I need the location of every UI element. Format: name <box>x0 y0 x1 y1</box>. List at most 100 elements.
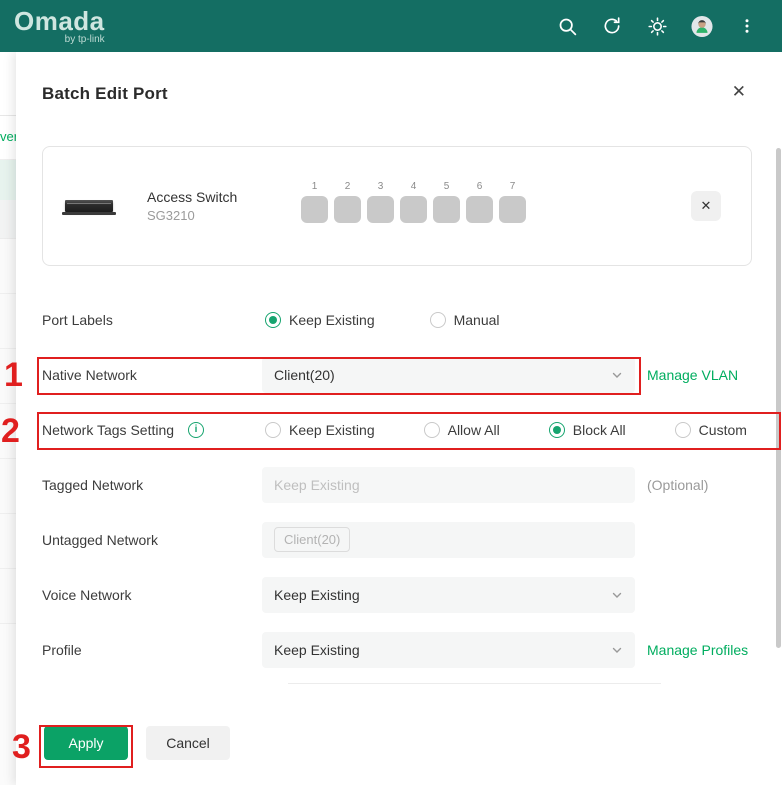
brand-subtext: by tp-link <box>65 35 105 45</box>
annotation-number-2: 2 <box>1 414 20 448</box>
background-row <box>0 514 16 569</box>
close-icon[interactable]: ✕ <box>726 80 752 104</box>
device-card: Access Switch SG3210 1 2 3 4 5 <box>42 146 752 266</box>
radio-icon <box>265 312 281 328</box>
annotation-number-1: 1 <box>4 358 23 392</box>
port-labels-row: Port Labels Keep Existing Manual <box>42 292 756 347</box>
profile-row: Profile Keep Existing Manage Profiles <box>42 622 756 677</box>
network-tags-label-text: Network Tags Setting <box>42 422 174 438</box>
device-model: SG3210 <box>147 208 237 223</box>
port-5[interactable]: 5 <box>433 181 460 223</box>
annotation-number-3: 3 <box>12 730 31 764</box>
modal-title: Batch Edit Port <box>42 84 168 104</box>
device-names: Access Switch SG3210 <box>147 189 237 223</box>
background-row <box>0 200 16 239</box>
port-number: 1 <box>312 181 318 192</box>
background-row <box>0 459 16 514</box>
radio-label: Block All <box>573 422 626 438</box>
native-network-select[interactable]: Client(20) <box>262 357 635 393</box>
divider <box>288 683 661 684</box>
chevron-down-icon <box>611 589 623 601</box>
radio-icon <box>675 422 691 438</box>
avatar[interactable] <box>691 15 713 37</box>
tagged-network-row: Tagged Network (Optional) <box>42 457 756 512</box>
port-6[interactable]: 6 <box>466 181 493 223</box>
profile-select[interactable]: Keep Existing <box>262 632 635 668</box>
radio-label: Keep Existing <box>289 422 375 438</box>
profile-label: Profile <box>42 642 262 658</box>
radio-keep-existing[interactable]: Keep Existing <box>265 422 375 438</box>
port-4[interactable]: 4 <box>400 181 427 223</box>
apply-button[interactable]: Apply <box>44 726 128 760</box>
background-row <box>0 294 16 349</box>
tagged-network-label: Tagged Network <box>42 477 262 493</box>
background-row <box>0 52 16 116</box>
omada-logo[interactable]: Omada by tp-link <box>14 8 105 45</box>
radio-icon <box>265 422 281 438</box>
search-icon[interactable] <box>556 15 578 37</box>
port-7[interactable]: 7 <box>499 181 526 223</box>
close-icon: ✕ <box>701 198 712 214</box>
batch-edit-form: Port Labels Keep Existing Manual Native … <box>42 292 756 677</box>
device-info: Access Switch SG3210 <box>65 189 301 223</box>
radio-manual[interactable]: Manual <box>430 312 500 328</box>
batch-edit-port-modal: Batch Edit Port ✕ Access Switch SG3210 1… <box>16 52 782 785</box>
port-square[interactable] <box>367 196 394 223</box>
radio-icon <box>430 312 446 328</box>
voice-network-select[interactable]: Keep Existing <box>262 577 635 613</box>
scrollbar-thumb[interactable] <box>776 148 781 648</box>
manage-vlan-link[interactable]: Manage VLAN <box>647 367 738 383</box>
port-square[interactable] <box>334 196 361 223</box>
refresh-icon[interactable] <box>601 15 623 37</box>
radio-keep-existing[interactable]: Keep Existing <box>265 312 375 328</box>
network-chip: Client(20) <box>274 527 350 552</box>
modal-header: Batch Edit Port ✕ <box>42 52 756 110</box>
manage-profiles-link[interactable]: Manage Profiles <box>647 642 748 658</box>
kebab-menu-icon[interactable] <box>736 15 758 37</box>
port-number: 3 <box>378 181 384 192</box>
topbar-icon-group <box>556 15 758 37</box>
radio-icon <box>549 422 565 438</box>
chevron-down-icon <box>611 369 623 381</box>
native-network-value: Client(20) <box>274 367 335 383</box>
remove-device-button[interactable]: ✕ <box>691 191 721 221</box>
cancel-button[interactable]: Cancel <box>146 726 230 760</box>
voice-network-row: Voice Network Keep Existing <box>42 567 756 622</box>
tagged-network-input[interactable] <box>262 467 635 503</box>
native-network-row: Native Network Client(20) Manage VLAN <box>42 347 756 402</box>
optional-hint: (Optional) <box>647 477 708 493</box>
info-icon[interactable]: i <box>188 422 204 438</box>
switch-device-image <box>65 200 113 212</box>
port-square[interactable] <box>301 196 328 223</box>
modal-footer: Apply Cancel <box>42 726 756 760</box>
chevron-down-icon <box>611 644 623 656</box>
port-2[interactable]: 2 <box>334 181 361 223</box>
port-number: 4 <box>411 181 417 192</box>
network-tags-label: Network Tags Setting i <box>42 422 262 438</box>
radio-label: Allow All <box>448 422 500 438</box>
radio-custom[interactable]: Custom <box>675 422 747 438</box>
radio-block-all[interactable]: Block All <box>549 422 626 438</box>
untagged-network-field[interactable]: Client(20) <box>262 522 635 558</box>
brightness-icon[interactable] <box>646 15 668 37</box>
radio-label: Keep Existing <box>289 312 375 328</box>
port-square[interactable] <box>400 196 427 223</box>
port-number: 7 <box>510 181 516 192</box>
voice-network-label: Voice Network <box>42 587 262 603</box>
port-number: 2 <box>345 181 351 192</box>
port-3[interactable]: 3 <box>367 181 394 223</box>
port-square[interactable] <box>433 196 460 223</box>
port-labels-label: Port Labels <box>42 312 262 328</box>
radio-label: Manual <box>454 312 500 328</box>
radio-label: Custom <box>699 422 747 438</box>
port-number: 6 <box>477 181 483 192</box>
background-row <box>0 239 16 294</box>
port-square[interactable] <box>499 196 526 223</box>
port-square[interactable] <box>466 196 493 223</box>
background-highlighted-row <box>0 160 16 200</box>
native-network-label: Native Network <box>42 367 262 383</box>
radio-allow-all[interactable]: Allow All <box>424 422 500 438</box>
background-row <box>0 569 16 624</box>
untagged-network-label: Untagged Network <box>42 532 262 548</box>
port-1[interactable]: 1 <box>301 181 328 223</box>
